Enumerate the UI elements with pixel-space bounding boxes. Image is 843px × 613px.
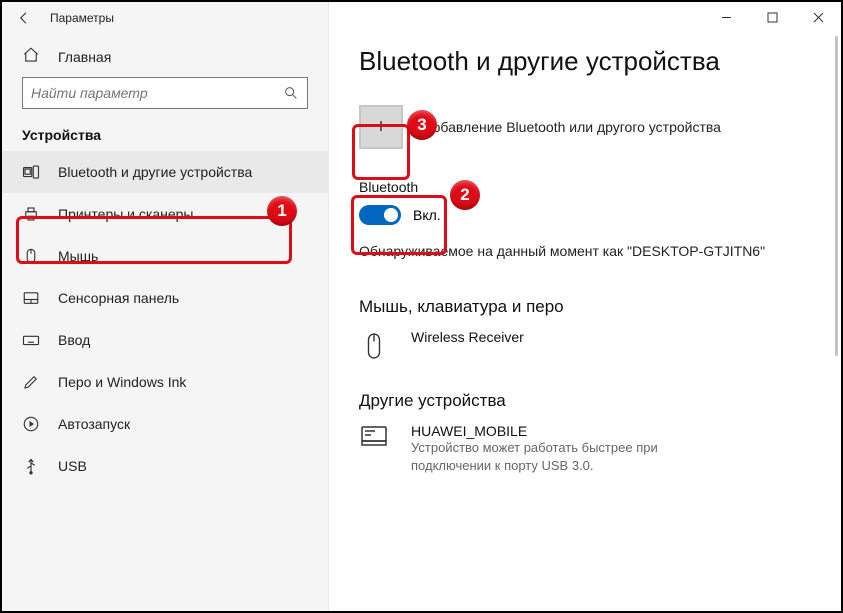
nav-item-label: Ввод — [58, 332, 90, 348]
nav-item-autoplay[interactable]: Автозапуск — [2, 403, 328, 445]
nav-list: Bluetooth и другие устройства Принтеры и… — [2, 151, 328, 487]
bluetooth-title: Bluetooth — [359, 179, 817, 195]
device-name: Wireless Receiver — [411, 329, 524, 345]
nav-item-label: Перо и Windows Ink — [58, 374, 186, 390]
autoplay-icon — [22, 415, 40, 433]
minimize-button[interactable] — [703, 2, 749, 32]
home-icon — [22, 46, 40, 67]
device-row-other[interactable]: HUAWEI_MOBILE Устройство может работать … — [359, 423, 817, 474]
nav-item-label: Мышь — [58, 248, 98, 264]
search-icon — [283, 85, 299, 101]
bluetooth-state: Вкл. — [413, 207, 441, 223]
sidebar-section-title: Устройства — [2, 127, 328, 151]
home-nav[interactable]: Главная — [2, 34, 328, 77]
page-heading: Bluetooth и другие устройства — [359, 46, 817, 77]
close-button[interactable] — [795, 2, 841, 32]
nav-item-label: Принтеры и сканеры — [58, 206, 193, 222]
scrollbar-thumb[interactable] — [835, 36, 838, 356]
devices-icon — [22, 163, 40, 181]
maximize-button[interactable] — [749, 2, 795, 32]
nav-item-touchpad[interactable]: Сенсорная панель — [2, 277, 328, 319]
discoverable-text: Обнаруживаемое на данный момент как "DES… — [359, 243, 817, 259]
add-device-button[interactable]: + — [359, 105, 403, 149]
device-row-mouse[interactable]: Wireless Receiver — [359, 329, 817, 361]
nav-item-label: Автозапуск — [58, 416, 130, 432]
nav-item-pen[interactable]: Перо и Windows Ink — [2, 361, 328, 403]
search-input[interactable] — [31, 85, 283, 101]
home-label: Главная — [58, 49, 111, 65]
bluetooth-toggle[interactable] — [359, 205, 401, 225]
nav-item-printers[interactable]: Принтеры и сканеры — [2, 193, 328, 235]
titlebar: Параметры — [2, 2, 328, 34]
device-desc: Устройство может работать быстрее при по… — [411, 439, 711, 474]
plus-icon: + — [375, 116, 387, 139]
pen-icon — [22, 373, 40, 391]
nav-item-typing[interactable]: Ввод — [2, 319, 328, 361]
section-mouse-heading: Мышь, клавиатура и перо — [359, 297, 817, 317]
device-name: HUAWEI_MOBILE — [411, 423, 711, 439]
search-box[interactable] — [22, 77, 308, 109]
toggle-knob — [384, 208, 398, 222]
window-title: Параметры — [50, 11, 314, 25]
nav-item-mouse[interactable]: Мышь — [2, 235, 328, 277]
back-button[interactable] — [16, 10, 32, 26]
generic-device-icon — [359, 423, 389, 447]
nav-item-bluetooth[interactable]: Bluetooth и другие устройства — [2, 151, 328, 193]
nav-item-label: USB — [58, 458, 87, 474]
mouse-icon — [22, 247, 40, 265]
section-other-heading: Другие устройства — [359, 391, 817, 411]
nav-item-label: Сенсорная панель — [58, 290, 179, 306]
keyboard-icon — [22, 331, 40, 349]
usb-icon — [22, 457, 40, 475]
add-device-label: Добавление Bluetooth или другого устройс… — [423, 119, 721, 135]
touchpad-icon — [22, 289, 40, 307]
add-device-row[interactable]: + Добавление Bluetooth или другого устро… — [359, 105, 817, 149]
nav-item-label: Bluetooth и другие устройства — [58, 164, 252, 180]
bluetooth-block: Bluetooth Вкл. — [359, 179, 817, 225]
scrollbar[interactable] — [835, 36, 838, 605]
mouse-device-icon — [359, 329, 389, 361]
printer-icon — [22, 205, 40, 223]
content: Bluetooth и другие устройства + Добавлен… — [329, 2, 841, 611]
sidebar: Параметры Главная Устройства Bluetoot — [2, 2, 329, 611]
window-controls — [703, 2, 841, 32]
nav-item-usb[interactable]: USB — [2, 445, 328, 487]
